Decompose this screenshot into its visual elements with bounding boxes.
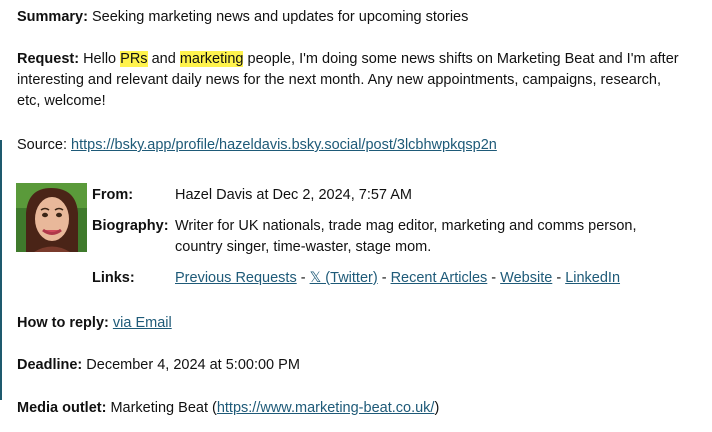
highlight-marketing: marketing <box>179 51 244 67</box>
deadline-label: Deadline: <box>17 357 83 373</box>
summary-line: Summary: Seeking marketing news and upda… <box>17 7 682 28</box>
linkedin-link[interactable]: LinkedIn <box>565 270 620 286</box>
left-accent-bar <box>0 140 2 400</box>
request-label: Request: <box>17 51 80 67</box>
summary-text: Seeking marketing news and updates for u… <box>91 9 469 25</box>
source-label: Source: <box>17 137 67 153</box>
media-outlet-line: Media outlet: Marketing Beat (https://ww… <box>17 398 682 419</box>
request-text-pre: Hello <box>83 51 121 67</box>
request-text-mid: and <box>147 51 180 67</box>
media-outlet-link[interactable]: https://www.marketing-beat.co.uk/ <box>217 400 435 416</box>
previous-requests-link[interactable]: Previous Requests <box>175 270 297 286</box>
summary-label: Summary: <box>17 9 88 25</box>
biography-value: Writer for UK nationals, trade mag edito… <box>175 218 637 255</box>
link-separator: - <box>296 270 310 286</box>
biography-label: Biography: <box>92 218 169 234</box>
website-link[interactable]: Website <box>500 270 552 286</box>
links-row: Previous Requests - 𝕏 (Twitter) - Recent… <box>175 268 682 289</box>
reply-label: How to reply: <box>17 315 109 331</box>
deadline-value: December 4, 2024 at 5:00:00 PM <box>86 357 300 373</box>
from-label: From: <box>92 187 134 203</box>
reply-email-link[interactable]: via Email <box>113 315 172 331</box>
source-line: Source: https://bsky.app/profile/hazelda… <box>17 135 682 156</box>
media-outlet-close: ) <box>434 400 440 416</box>
from-value: Hazel Davis at Dec 2, 2024, 7:57 AM <box>175 187 412 203</box>
media-outlet-label: Media outlet: <box>17 400 107 416</box>
highlight-prs: PRs <box>120 51 148 67</box>
request-paragraph: Request: Hello PRs and marketing people,… <box>17 49 682 112</box>
links-label: Links: <box>92 270 135 286</box>
link-separator: - <box>487 270 501 286</box>
link-separator: - <box>552 270 566 286</box>
reply-line: How to reply: via Email <box>17 313 682 334</box>
author-avatar <box>16 183 87 252</box>
source-link[interactable]: https://bsky.app/profile/hazeldavis.bsky… <box>71 137 497 153</box>
media-outlet-name: Marketing Beat ( <box>110 400 217 416</box>
deadline-line: Deadline: December 4, 2024 at 5:00:00 PM <box>17 355 682 376</box>
link-separator: - <box>377 270 391 286</box>
recent-articles-link[interactable]: Recent Articles <box>391 270 488 286</box>
twitter-link[interactable]: 𝕏 (Twitter) <box>310 270 378 286</box>
